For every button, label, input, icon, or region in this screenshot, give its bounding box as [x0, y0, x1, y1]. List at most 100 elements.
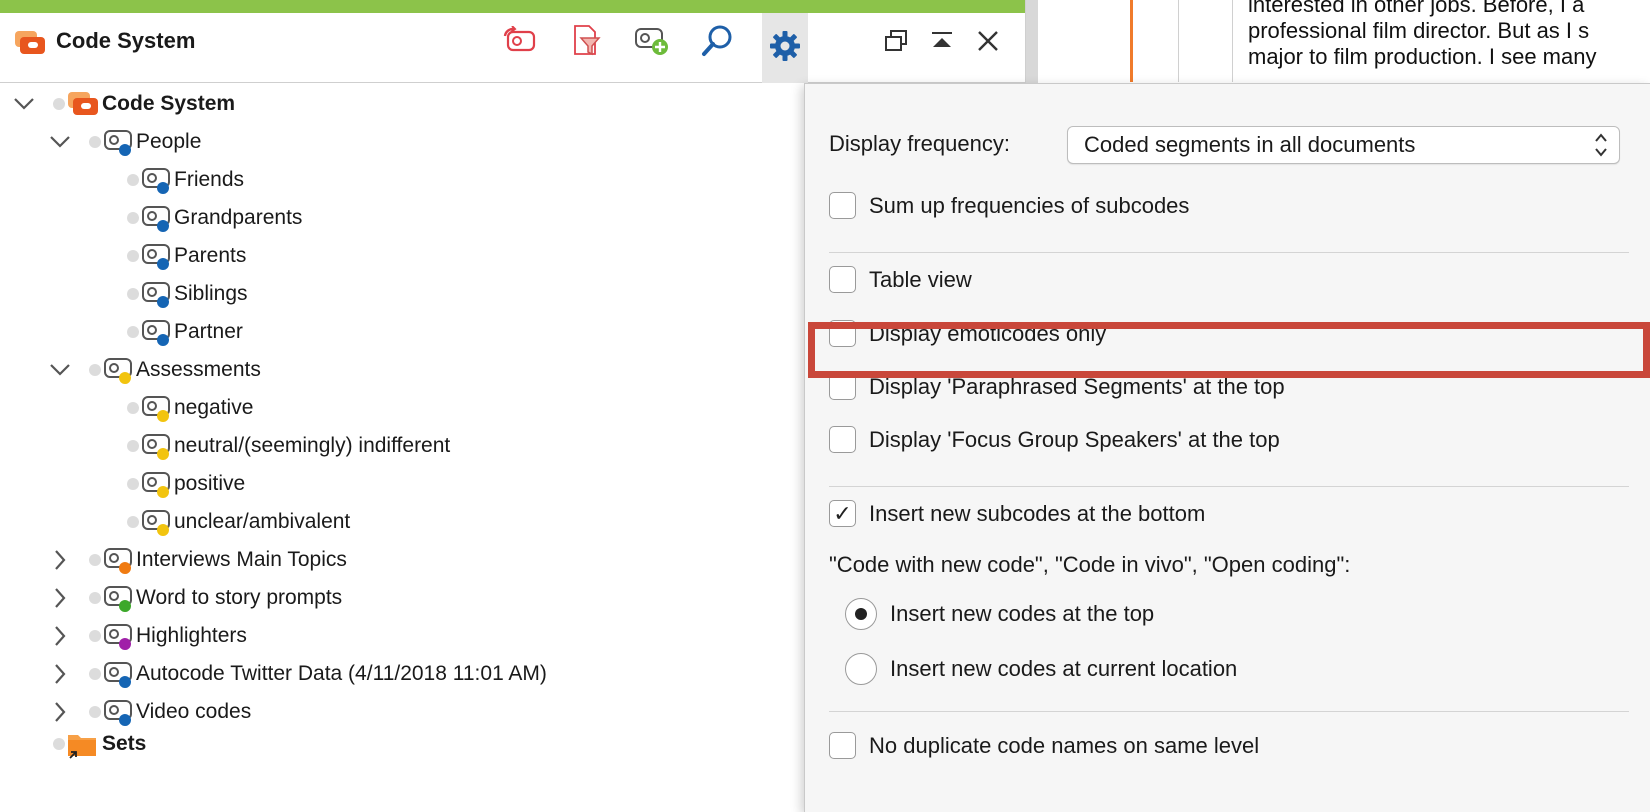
filter-document-icon: [571, 24, 601, 63]
filter-codes-button[interactable]: [564, 21, 608, 65]
code-icon: [103, 356, 135, 384]
tree-code-label: unclear/ambivalent: [174, 510, 351, 533]
insert-subcodes-bottom-label: Insert new subcodes at the bottom: [869, 500, 1206, 526]
tree-code-label: Highlighters: [136, 624, 247, 647]
close-panel-button[interactable]: [966, 21, 1010, 65]
chevron-down-icon[interactable]: [48, 358, 72, 382]
chevron-right-icon[interactable]: [48, 662, 72, 686]
undock-window-icon: [883, 28, 909, 59]
undock-window-button[interactable]: [874, 21, 918, 65]
document-scroll-strip: [1026, 0, 1038, 90]
code-icon: [141, 280, 173, 308]
chevron-right-icon[interactable]: [48, 700, 72, 724]
code-system-app-icon: [14, 30, 46, 61]
no-duplicate-names-checkbox[interactable]: [829, 732, 856, 759]
tree-dot: [89, 136, 101, 148]
code-icon: [141, 204, 173, 232]
tree-code-label: Grandparents: [174, 206, 303, 229]
tree-sets-label: Sets: [102, 732, 147, 755]
insert-codes-top-radio[interactable]: [845, 598, 877, 630]
chevron-right-icon[interactable]: [48, 586, 72, 610]
chevron-right-icon[interactable]: [48, 624, 72, 648]
table-view-option[interactable]: Table view: [829, 266, 972, 293]
paraphrased-segments-option[interactable]: Display 'Paraphrased Segments' at the to…: [829, 373, 1285, 400]
code-icon: [141, 166, 173, 194]
tree-code-label: neutral/(seemingly) indifferent: [174, 434, 451, 457]
code-icon: [141, 432, 173, 460]
separator: [829, 486, 1629, 487]
sum-up-frequencies-option[interactable]: Sum up frequencies of subcodes: [829, 192, 1189, 219]
no-duplicate-names-label: No duplicate code names on same level: [869, 732, 1260, 758]
code-icon: [103, 584, 135, 612]
focus-group-speakers-option[interactable]: Display 'Focus Group Speakers' at the to…: [829, 426, 1280, 453]
insert-codes-current-option[interactable]: Insert new codes at current location: [845, 653, 1237, 685]
tree-dot: [127, 478, 139, 490]
document-line: major to film production. I see many: [1248, 44, 1597, 69]
focus-group-speakers-checkbox[interactable]: [829, 426, 856, 453]
tree-code-label: negative: [174, 396, 254, 419]
code-system-icon: [67, 90, 99, 118]
insert-codes-current-radio[interactable]: [845, 653, 877, 685]
document-text: interested in other jobs. Before, I a pr…: [1248, 0, 1650, 70]
display-emoticodes-checkbox[interactable]: [829, 320, 856, 347]
tree-code-label: Video codes: [136, 700, 252, 723]
insert-subcodes-bottom-checkbox[interactable]: ✓: [829, 500, 856, 527]
display-emoticodes-option[interactable]: Display emoticodes only: [829, 320, 1106, 347]
tree-dot: [89, 554, 101, 566]
chevron-right-icon[interactable]: [48, 548, 72, 572]
coding-stripe: [1130, 0, 1133, 82]
tree-code-label: positive: [174, 472, 246, 495]
tree-code-label: Autocode Twitter Data (4/11/2018 11:01 A…: [136, 662, 547, 685]
chevron-down-icon[interactable]: [48, 130, 72, 154]
tree-root-label: Code System: [102, 92, 236, 115]
tree-dot: [127, 440, 139, 452]
paragraph-column-divider: [1178, 0, 1179, 82]
code-icon: [103, 546, 135, 574]
insert-codes-current-label: Insert new codes at current location: [890, 656, 1238, 681]
display-emoticodes-label: Display emoticodes only: [869, 320, 1107, 346]
insert-subcodes-bottom-option[interactable]: ✓ Insert new subcodes at the bottom: [829, 500, 1205, 527]
code-icon: [141, 394, 173, 422]
sum-up-frequencies-checkbox[interactable]: [829, 192, 856, 219]
table-view-label: Table view: [869, 266, 972, 292]
display-frequency-value: Coded segments in all documents: [1084, 132, 1416, 157]
search-button[interactable]: [696, 21, 740, 65]
paraphrased-segments-checkbox[interactable]: [829, 373, 856, 400]
tree-code-label: Friends: [174, 168, 245, 191]
collapse-panel-button[interactable]: [920, 21, 964, 65]
sum-up-frequencies-label: Sum up frequencies of subcodes: [869, 192, 1190, 218]
window-accent-bar: [0, 0, 1025, 13]
folder-icon: [67, 730, 99, 759]
text-column-divider: [1232, 0, 1233, 82]
tree-code-label: Siblings: [174, 282, 248, 305]
code-icon: [103, 660, 135, 688]
code-icon: [103, 128, 135, 156]
display-frequency-select[interactable]: Coded segments in all documents: [1067, 126, 1620, 164]
close-icon: [976, 29, 1000, 58]
code-icon: [141, 318, 173, 346]
reset-code-icon: [502, 24, 538, 61]
chevron-down-icon[interactable]: [12, 92, 36, 116]
document-line: professional film director. But as I s: [1248, 18, 1590, 43]
tree-dot: [53, 98, 65, 110]
no-duplicate-names-option[interactable]: No duplicate code names on same level: [829, 732, 1259, 759]
tree-dot: [127, 250, 139, 262]
tree-code-label: Partner: [174, 320, 243, 343]
insert-codes-top-option[interactable]: Insert new codes at the top: [845, 598, 1154, 630]
tree-dot: [89, 630, 101, 642]
insert-codes-top-label: Insert new codes at the top: [890, 601, 1155, 626]
tree-dot: [89, 706, 101, 718]
radio-selected-dot: [855, 608, 867, 620]
focus-group-speakers-label: Display 'Focus Group Speakers' at the to…: [869, 426, 1280, 452]
code-icon: [103, 698, 135, 726]
new-code-button[interactable]: [630, 21, 674, 65]
code-system-settings-popover: Display frequency: Coded segments in all…: [804, 83, 1650, 812]
display-frequency-label-text: Display frequency:: [829, 131, 1010, 156]
reset-code-button[interactable]: [498, 21, 542, 65]
settings-button[interactable]: [762, 13, 808, 83]
code-icon: [141, 470, 173, 498]
tree-dot: [89, 668, 101, 680]
code-icon: [141, 242, 173, 270]
document-line: interested in other jobs. Before, I a: [1248, 0, 1585, 17]
table-view-checkbox[interactable]: [829, 266, 856, 293]
